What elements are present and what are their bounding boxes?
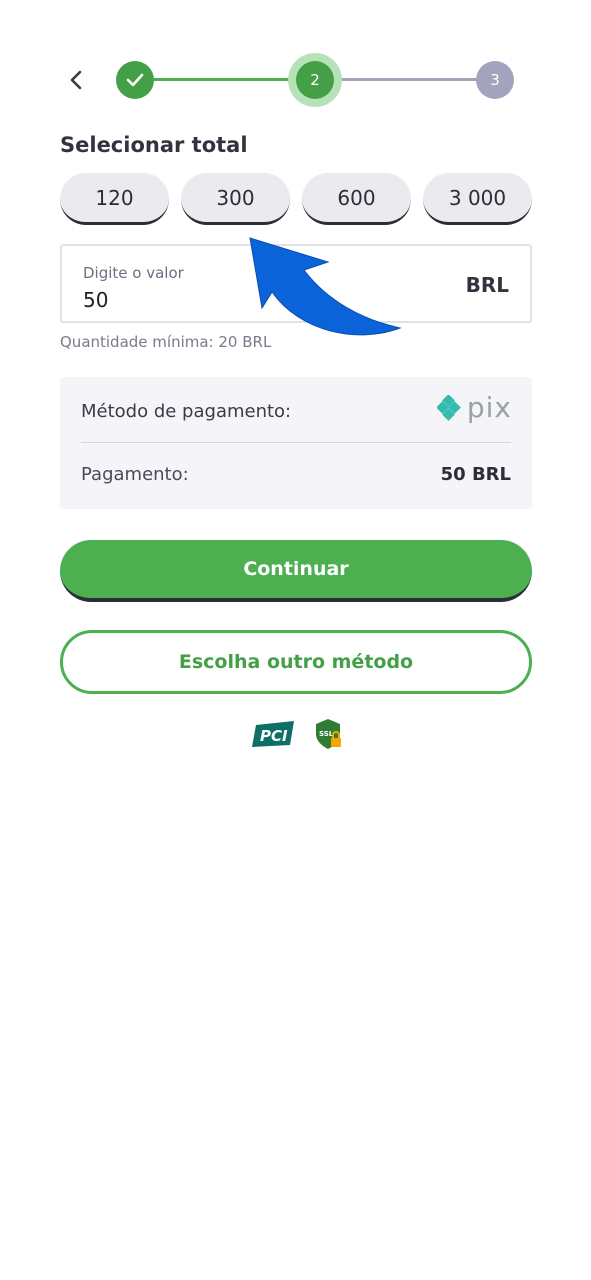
curved-arrow-icon xyxy=(249,237,402,336)
amount-options: 120 300 600 3 000 xyxy=(60,173,532,225)
choose-other-method-button[interactable]: Escolha outro método xyxy=(60,630,532,694)
currency-label: BRL xyxy=(465,273,509,297)
amount-option-600[interactable]: 600 xyxy=(302,173,411,225)
svg-text:SSL: SSL xyxy=(319,730,334,738)
amount-option-120[interactable]: 120 xyxy=(60,173,169,225)
checkmark-icon xyxy=(126,73,144,87)
step-2-active: 2 xyxy=(296,61,334,99)
back-button[interactable] xyxy=(64,68,88,92)
step-connector-pending xyxy=(334,78,480,81)
section-title: Selecionar total xyxy=(60,133,248,157)
security-badges: PCI SSL xyxy=(252,718,344,750)
continue-button[interactable]: Continuar xyxy=(60,540,532,602)
pci-badge-icon: PCI xyxy=(252,721,294,747)
step-1-completed xyxy=(116,61,154,99)
pix-logo-text: pix xyxy=(466,391,512,424)
amount-option-300[interactable]: 300 xyxy=(181,173,290,225)
divider xyxy=(81,442,511,443)
ssl-badge-icon: SSL xyxy=(316,719,341,749)
svg-text:PCI: PCI xyxy=(260,727,288,745)
pix-logo: pix xyxy=(436,391,512,424)
chevron-left-icon xyxy=(70,70,82,90)
payment-amount-value: 50 BRL xyxy=(440,464,511,485)
payment-summary-card: Método de pagamento: pix Pagamento: 50 B… xyxy=(60,377,532,509)
step-3-pending: 3 xyxy=(476,61,514,99)
payment-amount-label: Pagamento: xyxy=(81,464,189,485)
pix-icon xyxy=(436,395,461,421)
amount-input-label: Digite o valor xyxy=(83,264,184,282)
progress-stepper: 2 3 xyxy=(60,56,531,104)
payment-method-label: Método de pagamento: xyxy=(81,401,292,422)
step-connector-done xyxy=(154,78,296,81)
amount-option-3000[interactable]: 3 000 xyxy=(423,173,532,225)
